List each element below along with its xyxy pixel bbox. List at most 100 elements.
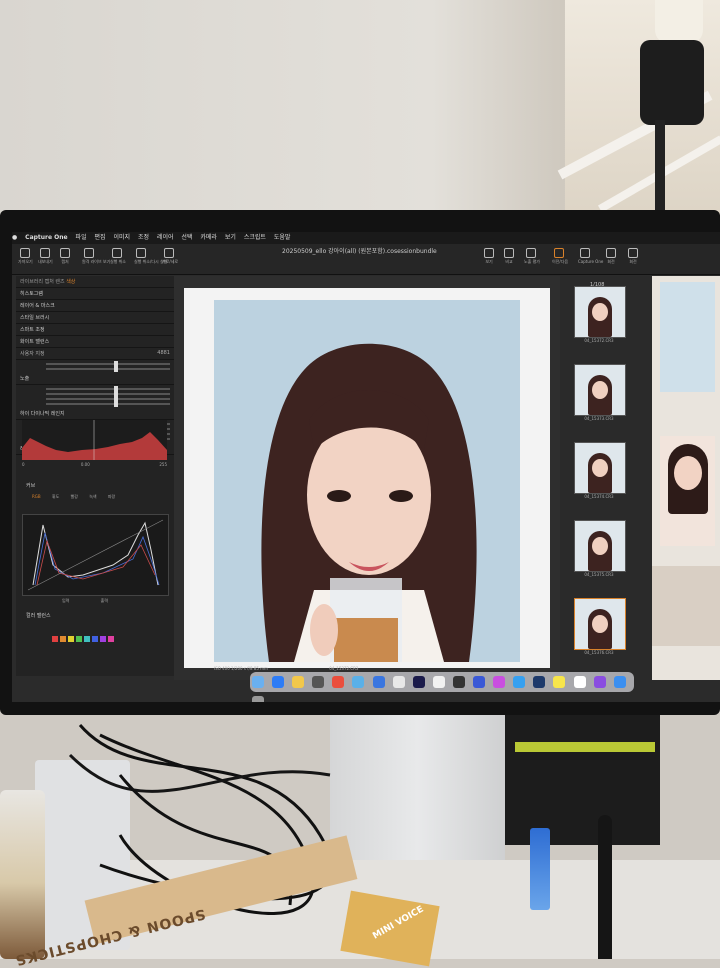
tab-capture[interactable]: 캡처 [45, 279, 54, 285]
reference-image[interactable] [660, 436, 715, 546]
curve-tab-rgb[interactable]: RGB [32, 494, 41, 499]
section-style-brush[interactable]: 스타일 브러시 [16, 312, 174, 324]
menu-layer[interactable]: 레이어 [157, 234, 174, 241]
wb-kelvin-value: 4881 [157, 350, 170, 356]
section-color-balance[interactable]: 컬러 밸런스 [26, 612, 51, 619]
preview-icon[interactable] [432, 676, 445, 688]
app-store-icon[interactable] [272, 676, 285, 688]
menu-edit[interactable]: 편집 [95, 234, 106, 241]
app-name-menu[interactable]: Capture One [25, 234, 67, 241]
thumbnail[interactable] [574, 286, 626, 338]
curve-tab-green[interactable]: 녹색 [89, 494, 96, 499]
wb-mode-select[interactable]: 사용자 지정 4881 [16, 348, 174, 360]
saturation-slider[interactable] [46, 401, 170, 407]
levels-mid: 0.00 [80, 462, 90, 467]
thumbnail-selected[interactable] [574, 598, 626, 650]
people-icon [84, 248, 94, 258]
section-layers[interactable]: 레이어 & 마스크 [16, 300, 174, 312]
photo-exif: ISO 400 1/200 s f/8 85 mm [214, 666, 268, 671]
app-icon[interactable] [593, 676, 606, 688]
mail-icon[interactable] [372, 676, 385, 688]
thumbnail[interactable] [574, 520, 626, 572]
thumbnail[interactable] [574, 364, 626, 416]
compare-label: 비교 [505, 259, 513, 264]
exposure-warning-button[interactable]: 노출 평가 [524, 248, 540, 264]
import-icon [20, 248, 30, 258]
redo-button[interactable]: 실행 취소/다시 실행 [134, 248, 168, 264]
thumbnail-label: 04_15374.CR3 [584, 494, 614, 499]
export-label: 내보내기 [38, 259, 53, 264]
curve-tab-red[interactable]: 빨강 [71, 494, 78, 499]
filmstrip: 1/108 04_15372.CR3 04_15373.CR3 04_15374… [560, 276, 652, 680]
menu-help[interactable]: 도움말 [274, 234, 291, 241]
portrait-photo[interactable] [214, 300, 520, 662]
curve-tab-blue[interactable]: 파랑 [108, 494, 115, 499]
menu-script[interactable]: 스크립트 [244, 234, 266, 241]
menu-adjust[interactable]: 조정 [138, 234, 149, 241]
kakaotalk-icon[interactable] [553, 676, 566, 688]
trash-icon[interactable] [252, 696, 264, 702]
menu-image[interactable]: 이미지 [113, 234, 130, 241]
undo-label: 실행 취소 [110, 259, 126, 264]
premiere-icon[interactable] [412, 676, 425, 688]
undo-icon [112, 248, 122, 258]
tab-library[interactable]: 라이브러리 [20, 279, 43, 285]
section-histogram[interactable]: 히스토그램 [16, 288, 174, 300]
color-swatches[interactable] [52, 627, 116, 642]
levels-values: 0 0.00 255 [22, 462, 167, 467]
live-view-button[interactable]: 원격 라이브 보기 [82, 248, 110, 264]
thumbnail[interactable] [574, 442, 626, 494]
compare-button[interactable]: 비교 [502, 248, 516, 264]
menu-view[interactable]: 보기 [225, 234, 236, 241]
contrast-slider[interactable] [46, 391, 170, 397]
section-exposure[interactable]: 노출 [16, 373, 174, 385]
undo-button[interactable]: 실행 취소 [110, 248, 126, 264]
section-curve[interactable]: 커브 [26, 482, 35, 489]
kelvin-slider[interactable] [46, 361, 170, 367]
tab-color[interactable]: 색상 [66, 279, 75, 285]
section-smart-adjust[interactable]: 스마트 조정 [16, 324, 174, 336]
whale-icon[interactable] [573, 676, 586, 688]
exposure-slider[interactable] [46, 386, 170, 392]
tint-slider[interactable] [46, 366, 170, 372]
tab-lens[interactable]: 렌즈 [55, 279, 64, 285]
section-hdr[interactable]: 하이 다이나믹 레인지 [16, 408, 174, 420]
export-button[interactable]: 내보내기 [38, 248, 53, 264]
finder-icon[interactable] [252, 676, 264, 688]
export-icon [40, 248, 50, 258]
curve-tab-luma[interactable]: 휘도 [52, 494, 59, 499]
menu-file[interactable]: 파일 [76, 234, 87, 241]
orientation-button[interactable]: 가로/세로 [162, 248, 178, 264]
settings-icon[interactable] [312, 676, 325, 688]
brightness-slider[interactable] [46, 396, 170, 402]
tone-curve[interactable] [22, 514, 169, 596]
redo-label: 실행 취소/다시 실행 [134, 259, 168, 264]
chrome-icon[interactable] [513, 676, 526, 688]
safari-icon[interactable] [352, 676, 365, 688]
calendar-icon[interactable] [332, 676, 345, 688]
capture-button[interactable]: 캡처 [58, 248, 72, 264]
image-viewer[interactable]: ISO 400 1/200 s f/8 85 mm 04_15372.CR3 [174, 276, 560, 680]
view-button[interactable]: 보기 [482, 248, 496, 264]
info-icon[interactable] [473, 676, 486, 688]
rotate-right-button[interactable]: 회전 [626, 248, 640, 264]
prev-next-button[interactable]: 이전/다음 [552, 248, 568, 264]
curve-input-label: 입력 [62, 598, 70, 603]
menu-camera[interactable]: 카메라 [200, 234, 217, 241]
creative-cloud-icon[interactable] [493, 676, 506, 688]
reference-image[interactable] [660, 282, 715, 392]
import-button[interactable]: 가져오기 [18, 248, 33, 264]
section-white-balance[interactable]: 화이트 밸런스 [16, 336, 174, 348]
reference-image[interactable] [652, 566, 720, 646]
levels-histogram[interactable] [22, 420, 167, 460]
photos-icon[interactable] [392, 676, 405, 688]
photoshop-icon[interactable] [533, 676, 546, 688]
notes-icon[interactable] [292, 676, 305, 688]
apple-icon[interactable]: ● [12, 234, 17, 241]
capture-one-button[interactable]: Capture One [578, 248, 603, 264]
thumbnail-label: 04_15372.CR3 [584, 338, 614, 343]
rotate-left-button[interactable]: 회전 [604, 248, 618, 264]
menu-select[interactable]: 선택 [181, 234, 192, 241]
app-icon[interactable] [613, 676, 626, 688]
capture-one-dock-icon[interactable] [452, 676, 465, 688]
